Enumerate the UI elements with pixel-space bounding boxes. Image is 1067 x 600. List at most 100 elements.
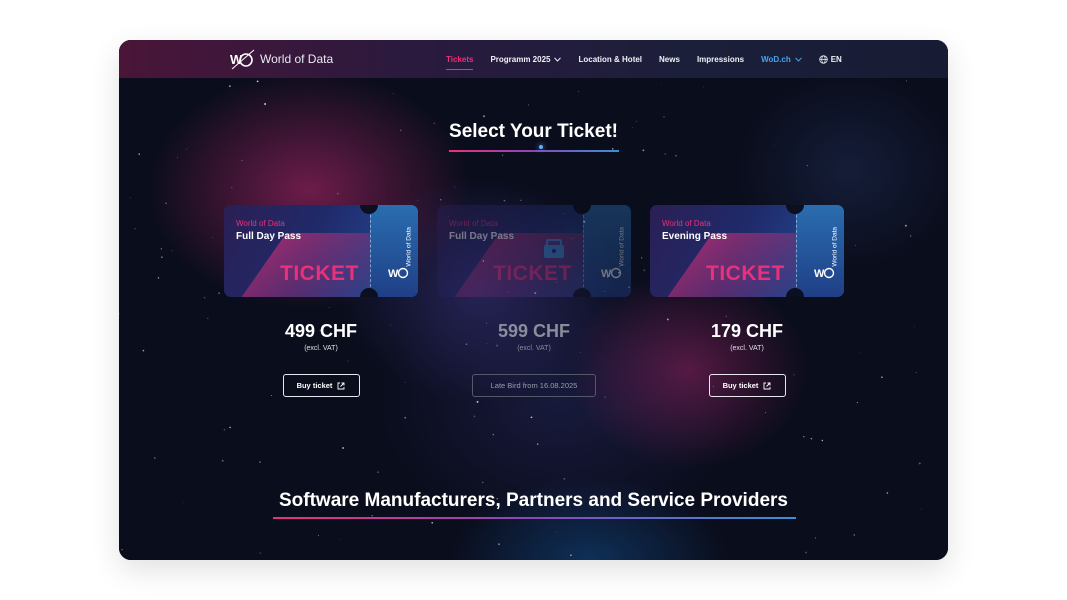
select-ticket-heading: Select Your Ticket! <box>449 121 618 142</box>
star <box>815 537 817 539</box>
star <box>218 292 221 295</box>
star <box>661 83 662 85</box>
wod-logo-icon: W <box>814 267 835 280</box>
star <box>664 153 666 155</box>
language-switcher[interactable]: EN <box>819 55 842 64</box>
wod-logo-icon: W <box>388 267 409 280</box>
buy-ticket-button[interactable]: Buy ticket <box>282 374 360 397</box>
ticket-card-full-day: World of Data Full Day Pass TICKET World… <box>224 205 418 397</box>
star <box>221 459 224 462</box>
ticket-stub-text: World of Data <box>619 227 626 267</box>
ticket-name: Full Day Pass <box>449 231 515 242</box>
nav-wod-ch[interactable]: WoD.ch <box>761 55 802 64</box>
star <box>157 277 160 279</box>
star <box>258 97 260 99</box>
star <box>492 434 494 436</box>
ticket-graphic: World of Data Full Day Pass TICKET World… <box>437 205 631 297</box>
star <box>203 296 206 299</box>
star <box>482 481 484 484</box>
star <box>256 80 259 83</box>
star <box>578 91 580 93</box>
star <box>821 439 823 442</box>
partners-underline <box>273 517 796 519</box>
star <box>530 416 533 419</box>
nav-impressions[interactable]: Impressions <box>697 55 744 64</box>
ticket-vat: (excl. VAT) <box>730 345 764 352</box>
star <box>520 199 522 201</box>
star <box>454 186 456 188</box>
site-logo[interactable]: W World of Data <box>229 48 333 70</box>
star <box>440 199 442 201</box>
star <box>570 554 572 556</box>
external-link-icon <box>763 382 771 389</box>
star <box>905 80 908 82</box>
buy-ticket-button[interactable]: Buy ticket <box>708 374 786 397</box>
star <box>153 457 156 459</box>
star <box>773 145 775 147</box>
star <box>264 103 267 105</box>
nav-location-label: Location & Hotel <box>578 54 643 64</box>
nav-programm[interactable]: Programm 2025 <box>490 55 562 64</box>
star <box>342 447 344 449</box>
star <box>241 159 243 161</box>
buy-ticket-label: Buy ticket <box>722 381 759 390</box>
star <box>177 157 178 158</box>
external-link-icon <box>337 382 345 389</box>
star <box>702 86 704 88</box>
ticket-price: 179 CHF <box>710 321 784 341</box>
ticket-price: 499 CHF <box>284 321 358 341</box>
nav-impressions-label: Impressions <box>696 54 745 64</box>
star <box>881 376 883 379</box>
star <box>142 349 145 352</box>
ticket-name: Evening Pass <box>662 231 728 242</box>
ticket-price: 599 CHF <box>497 321 571 341</box>
svg-text:W: W <box>388 268 399 280</box>
star <box>259 461 261 463</box>
ticket-word: TICKET <box>706 262 785 285</box>
star <box>134 227 136 230</box>
ticket-cart-icon <box>544 239 564 258</box>
heading-underline <box>449 150 619 152</box>
star <box>223 428 226 431</box>
chevron-down-icon <box>794 56 802 62</box>
ticket-card-evening: World of Data Evening Pass TICKET World … <box>650 205 844 397</box>
star <box>392 92 394 94</box>
star <box>918 462 921 465</box>
ticket-card-full-day-late: World of Data Full Day Pass TICKET World… <box>437 205 631 397</box>
star <box>528 104 529 106</box>
star <box>803 436 805 438</box>
star <box>161 256 163 258</box>
wod-logo-icon: W <box>230 49 255 70</box>
partners-heading: Software Manufacturers, Partners and Ser… <box>279 490 788 511</box>
svg-text:W: W <box>601 268 612 280</box>
star <box>473 415 476 418</box>
star <box>138 153 140 155</box>
star <box>853 534 855 536</box>
ticket-word: TICKET <box>280 262 359 285</box>
glow-dot <box>539 145 543 149</box>
globe-icon <box>819 54 828 64</box>
star <box>377 471 379 473</box>
star <box>904 224 907 227</box>
ticket-stub-text: World of Data <box>832 227 839 267</box>
star <box>854 244 856 246</box>
star <box>556 532 558 534</box>
star <box>229 85 231 87</box>
ticket-brand: World of Data <box>236 219 285 228</box>
star <box>810 437 813 440</box>
star <box>207 317 209 319</box>
star <box>186 148 188 150</box>
ticket-brand: World of Data <box>449 219 498 228</box>
star <box>483 115 485 118</box>
nav-news[interactable]: News <box>659 55 680 64</box>
star <box>806 165 808 167</box>
star <box>914 326 915 328</box>
star <box>915 371 917 373</box>
late-bird-button[interactable]: Late Bird from 16.08.2025 <box>472 374 596 397</box>
late-bird-label: Late Bird from 16.08.2025 <box>490 381 578 390</box>
buy-ticket-label: Buy ticket <box>296 381 333 390</box>
browser-frame: W World of Data Tickets Programm 2025 Lo… <box>119 40 948 560</box>
star <box>643 269 646 272</box>
nav-location-hotel[interactable]: Location & Hotel <box>578 55 642 64</box>
nav-tickets[interactable]: Tickets <box>446 55 474 70</box>
